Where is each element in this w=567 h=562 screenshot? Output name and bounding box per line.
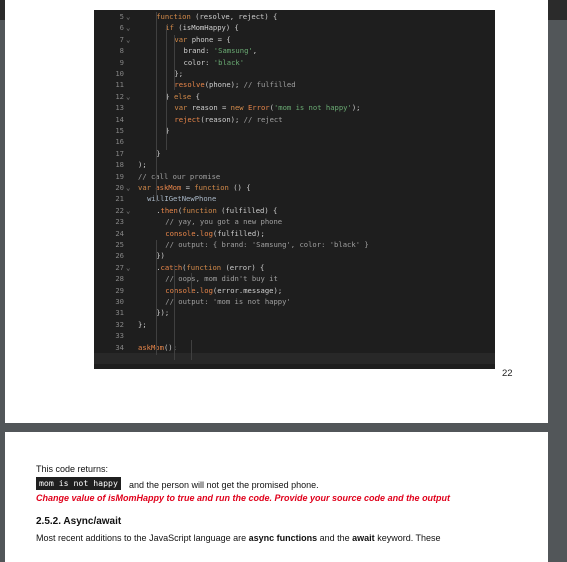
fold-chevron-icon[interactable]: ⌄ [126, 35, 130, 46]
page-number: 22 [502, 368, 513, 379]
line-number: 33 [115, 331, 124, 341]
indent-guide [156, 240, 157, 355]
para-mid: and the [317, 533, 353, 543]
line-number: 21 [115, 194, 124, 204]
line-number: 9 [119, 57, 124, 67]
line-number: 29 [115, 285, 124, 295]
code-text: // yay, you got a new phone [165, 217, 283, 227]
code-text: } else { [165, 91, 200, 101]
line-number: 5 [119, 12, 124, 21]
code-text: if (isMomHappy) { [165, 23, 239, 33]
code-text: reject(reason); // reject [174, 114, 283, 124]
code-text: // output: 'mom is not happy' [165, 297, 291, 306]
code-text: console.log(error.message); [165, 285, 283, 295]
paragraph: Most recent additions to the JavaScript … [36, 533, 441, 543]
code-text: willIGetNewPhone [147, 194, 217, 204]
line-number: 25 [115, 240, 124, 249]
line-number: 13 [115, 103, 124, 113]
line-number: 24 [115, 228, 124, 238]
code-text: console.log(fulfilled); [165, 228, 265, 238]
code-text: var askMom = function () { [138, 183, 251, 192]
code-text: .catch(function (error) { [156, 262, 265, 272]
returns-tail: and the person will not get the promised… [129, 480, 319, 490]
line-number: 8 [119, 46, 124, 56]
indent-guide [174, 35, 175, 90]
code-text: }; [138, 319, 147, 329]
fold-chevron-icon[interactable]: ⌄ [126, 23, 130, 34]
line-number: 22 [115, 205, 124, 215]
fold-chevron-icon[interactable]: ⌄ [126, 206, 130, 217]
code-text: // call our promise [138, 171, 221, 181]
line-number: 31 [115, 308, 124, 318]
para-bold-async: async functions [248, 533, 318, 543]
line-number: 23 [115, 217, 124, 227]
indent-guide [166, 25, 167, 150]
code-text: askMom(); [138, 342, 177, 352]
code-text: }); [156, 308, 170, 318]
fold-chevron-icon[interactable]: ⌄ [126, 183, 130, 194]
line-number: 32 [115, 319, 124, 329]
code-text: // output: { brand: 'Samsung', color: 'b… [165, 240, 369, 249]
line-number: 11 [115, 80, 124, 90]
code-text: color: 'black' [183, 57, 245, 67]
code-text: }; [174, 69, 184, 78]
indent-guide [191, 340, 192, 360]
section-heading: 2.5.2. Async/await [36, 516, 122, 527]
line-number: 12 [115, 91, 124, 101]
para-end: keyword. These [374, 533, 441, 543]
code-text: function (resolve, reject) { [156, 12, 278, 21]
para-start: Most recent additions to the JavaScript … [36, 533, 249, 543]
code-text: var phone = { [174, 34, 231, 44]
code-text: }) [156, 251, 165, 261]
line-number: 10 [115, 69, 124, 78]
line-number: 14 [115, 114, 124, 124]
line-number: 18 [115, 160, 124, 170]
line-number: 34 [115, 342, 124, 352]
instruction-text: Change value of isMomHappy to true and r… [36, 493, 451, 503]
line-number: 20 [115, 183, 124, 192]
code-text: brand: 'Samsung', [183, 46, 258, 56]
fold-chevron-icon[interactable]: ⌄ [126, 92, 130, 103]
line-number: 30 [115, 297, 124, 306]
indent-guide [191, 273, 192, 293]
para-bold-await: await [352, 533, 375, 543]
line-number: 16 [115, 137, 124, 147]
code-text: .then(function (fulfilled) { [156, 205, 278, 215]
code-screenshot: 5 ⌄ function (resolve, reject) {6 ⌄ if (isMo… [94, 10, 495, 369]
code-text: resolve(phone); // fulfilled [174, 80, 296, 90]
output-badge: mom is not happy [36, 477, 121, 490]
line-number: 28 [115, 274, 124, 284]
line-number: 7 [119, 34, 124, 44]
line-number: 26 [115, 251, 124, 261]
code-text: var reason = new Error('mom is not happy… [174, 103, 361, 113]
line-number: 19 [115, 171, 124, 181]
current-line-highlight [94, 353, 495, 364]
indent-guide [174, 265, 175, 360]
line-number: 6 [119, 23, 124, 33]
fold-chevron-icon[interactable]: ⌄ [126, 12, 130, 23]
code-text: // oops, mom didn't buy it [165, 274, 278, 284]
fold-chevron-icon[interactable]: ⌄ [126, 263, 130, 274]
line-number: 15 [115, 126, 124, 135]
code-text: ); [138, 160, 147, 170]
returns-label: This code returns: [36, 464, 109, 474]
indent-guide [156, 12, 157, 202]
line-number: 17 [115, 148, 124, 158]
line-number: 27 [115, 262, 124, 272]
